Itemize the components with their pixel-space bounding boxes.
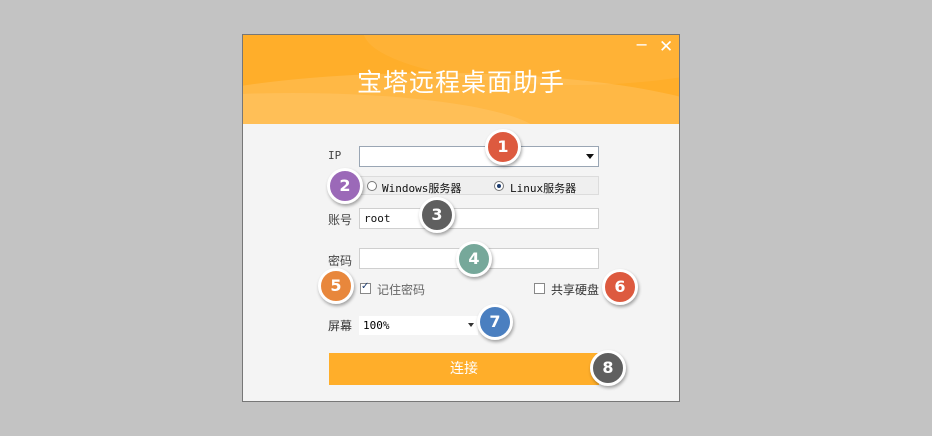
callout-badge: 8 <box>590 350 626 386</box>
account-input[interactable]: root <box>359 208 599 229</box>
password-label: 密码 <box>328 254 353 268</box>
connect-button[interactable]: 连接 <box>329 353 599 385</box>
callout-badge: 7 <box>477 304 513 340</box>
screen-scale-select[interactable]: 100% <box>359 316 478 335</box>
window-title: 宝塔远程桌面助手 <box>356 68 565 97</box>
server-type-group: Windows服务器 Linux服务器 <box>359 176 599 195</box>
chevron-down-icon[interactable] <box>468 323 474 327</box>
ip-label: IP <box>328 149 342 162</box>
ip-combobox[interactable] <box>359 146 599 167</box>
remote-desktop-window: 宝塔远程桌面助手 − ✕ IP Windows服务器 Linux服务器 账号 r… <box>242 34 680 402</box>
windows-server-radio[interactable] <box>367 181 377 191</box>
share-disk-label: 共享硬盘 <box>551 283 600 297</box>
window-header: 宝塔远程桌面助手 − ✕ <box>243 35 679 124</box>
remember-password-checkbox[interactable] <box>360 281 371 294</box>
callout-badge: 1 <box>485 129 521 165</box>
minimize-icon[interactable]: − <box>635 37 648 53</box>
callout-badge: 3 <box>419 197 455 233</box>
screen-label: 屏幕 <box>328 319 353 333</box>
linux-server-label: Linux服务器 <box>510 182 577 195</box>
remember-password-label: 记住密码 <box>377 283 426 297</box>
callout-badge: 4 <box>456 241 492 277</box>
callout-badge: 5 <box>318 268 354 304</box>
share-disk-checkbox[interactable] <box>534 283 545 294</box>
callout-badge: 6 <box>602 269 638 305</box>
linux-server-radio[interactable] <box>494 181 504 191</box>
windows-server-label: Windows服务器 <box>382 182 462 195</box>
account-label: 账号 <box>328 213 353 227</box>
callout-badge: 2 <box>327 168 363 204</box>
close-icon[interactable]: ✕ <box>659 39 673 56</box>
chevron-down-icon[interactable] <box>586 154 594 159</box>
